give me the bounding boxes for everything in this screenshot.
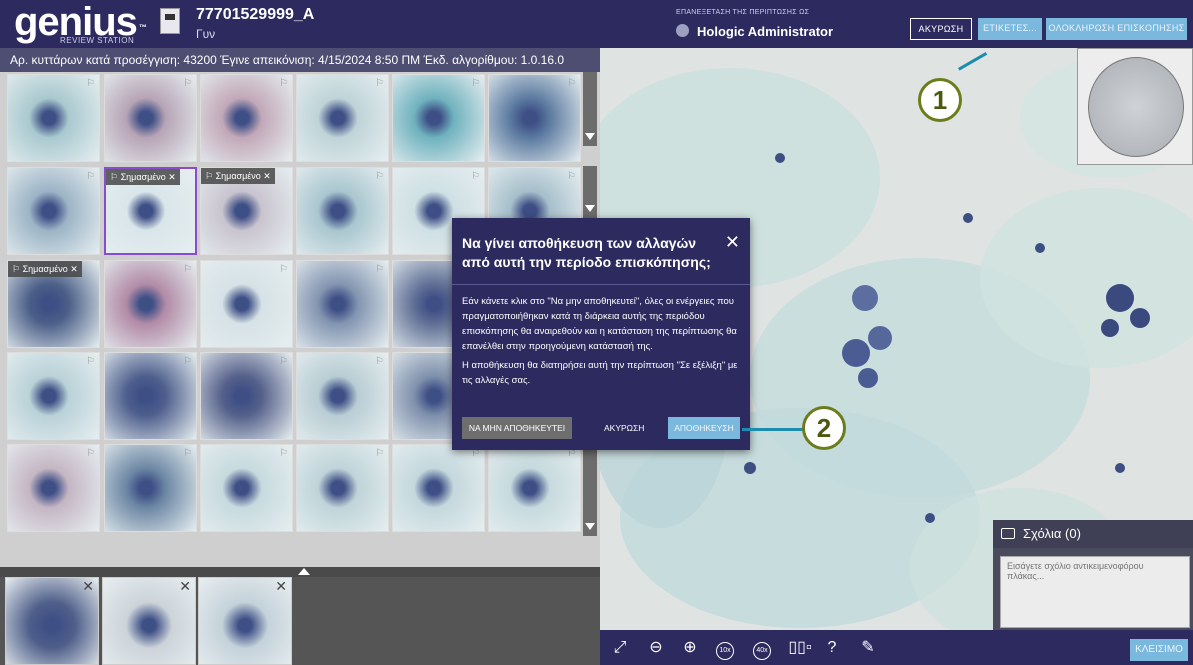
gallery-tile[interactable]: ⚐ Σημασμένο ✕ — [200, 167, 293, 255]
dialog-message: Εάν κάνετε κλικ στο "Να μην αποθηκευτεί"… — [462, 296, 737, 352]
flag-icon[interactable]: ⚐ — [375, 264, 384, 275]
dialog-title: Να γίνει αποθήκευση των αλλαγών από αυτή… — [462, 235, 711, 270]
gallery-tile[interactable]: ⚐ — [296, 352, 389, 440]
chevron-down-icon — [585, 205, 595, 212]
gallery-tile[interactable]: ⚐ — [296, 74, 389, 162]
remove-icon[interactable]: ✕ — [275, 578, 287, 595]
flag-icon[interactable]: ⚐ — [567, 78, 576, 89]
close-button[interactable]: ΚΛΕΙΣΙΜΟ — [1130, 639, 1188, 661]
chevron-down-icon — [585, 133, 595, 140]
gallery-tile[interactable]: ⚐ — [7, 352, 100, 440]
zoom-40x-icon[interactable]: 40x — [750, 636, 774, 660]
flag-icon[interactable]: ⚐ — [279, 448, 288, 459]
gallery-tile[interactable]: ⚐ — [392, 74, 485, 162]
row-scroll-button[interactable] — [583, 446, 597, 536]
tray-expand-icon[interactable] — [298, 568, 310, 575]
gallery-tile[interactable]: ⚐ — [488, 74, 581, 162]
user-icon — [676, 24, 689, 37]
row-scroll-button[interactable] — [583, 166, 597, 218]
remove-icon[interactable]: ✕ — [179, 578, 191, 595]
remove-icon[interactable]: ✕ — [82, 578, 94, 595]
gallery-tile[interactable]: ⚐ Σημασμένο ✕ — [7, 260, 100, 348]
gallery-tile[interactable]: ⚐ — [200, 74, 293, 162]
comment-icon — [1001, 528, 1015, 539]
flag-icon[interactable]: ⚐ — [375, 78, 384, 89]
flag-icon[interactable]: ⚐ — [183, 78, 192, 89]
callout-2: 2 — [802, 406, 846, 450]
marked-badge[interactable]: ⚐ Σημασμένο ✕ — [8, 261, 82, 277]
flag-icon[interactable]: ⚐ — [183, 356, 192, 367]
flag-icon[interactable]: ⚐ — [279, 264, 288, 275]
case-info-bar: Αρ. κυττάρων κατά προσέγγιση: 43200 Έγιν… — [0, 48, 600, 72]
review-as-label: ΕΠΑΝΕΞΕΤΑΣΗ ΤΗΣ ΠΕΡΙΠΤΩΣΗΣ ΩΣ — [676, 9, 810, 16]
logo-subtitle: REVIEW STATION — [60, 36, 135, 45]
tray-tile[interactable]: ✕ — [102, 577, 196, 665]
gallery-tile[interactable]: ⚐ — [104, 260, 197, 348]
save-button[interactable]: ΑΠΟΘΗΚΕΥΣΗ — [668, 417, 740, 439]
slide-icon — [160, 8, 180, 34]
flag-icon[interactable]: ⚐ — [471, 171, 480, 182]
gallery-tile[interactable]: ⚐ — [392, 444, 485, 532]
flag-icon[interactable]: ⚐ — [567, 171, 576, 182]
tray-tile[interactable]: ✕ — [5, 577, 99, 665]
gallery-tile[interactable]: ⚐ — [7, 444, 100, 532]
help-icon[interactable]: ? — [820, 636, 844, 660]
gallery-tile[interactable]: ⚐ — [296, 444, 389, 532]
gallery-tile[interactable]: ⚐ — [104, 352, 197, 440]
zoom-out-icon[interactable]: ⊖ — [644, 636, 668, 660]
focus-bars-icon[interactable]: ▯▯▫ — [788, 636, 812, 660]
flag-icon[interactable]: ⚐ — [471, 78, 480, 89]
callout-2-line — [742, 428, 804, 431]
fullscreen-icon[interactable]: ⤢ — [608, 636, 632, 660]
complete-review-button[interactable]: ΟΛΟΚΛΗΡΩΣΗ ΕΠΙΣΚΟΠΗΣΗΣ — [1046, 18, 1187, 40]
tray-tile[interactable]: ✕ — [198, 577, 292, 665]
marked-badge[interactable]: ⚐ Σημασμένο ✕ — [106, 169, 180, 185]
gallery-tile[interactable]: ⚐ — [296, 167, 389, 255]
gallery-tile[interactable]: ⚐ Σημασμένο ✕ — [104, 167, 197, 255]
gallery-tile[interactable]: ⚐ — [200, 444, 293, 532]
flag-icon[interactable]: ⚐ — [279, 356, 288, 367]
pen-icon[interactable]: ✎ — [856, 636, 880, 660]
flag-icon[interactable]: ⚐ — [183, 264, 192, 275]
header-bar: genius ™ REVIEW STATION 77701529999_A Γυν… — [0, 0, 1193, 48]
gallery-tile[interactable]: ⚐ — [200, 352, 293, 440]
row-scroll-button[interactable] — [583, 72, 597, 146]
callout-1: 1 — [918, 78, 962, 122]
close-icon[interactable]: ✕ — [725, 232, 740, 253]
dialog-note: Η αποθήκευση θα διατηρήσει αυτή την περί… — [462, 360, 738, 386]
gallery-tile[interactable]: ⚐ — [104, 74, 197, 162]
case-type: Γυν — [196, 27, 216, 41]
dialog-divider — [452, 284, 750, 285]
cancel-review-button[interactable]: ΑΚΥΡΩΣΗ — [910, 18, 972, 40]
gallery-tile[interactable]: ⚐ — [200, 260, 293, 348]
marked-badge[interactable]: ⚐ Σημασμένο ✕ — [201, 168, 275, 184]
flag-icon[interactable]: ⚐ — [279, 78, 288, 89]
gallery-tile[interactable]: ⚐ — [488, 444, 581, 532]
user-name: Hologic Administrator — [697, 24, 834, 39]
zoom-in-icon[interactable]: ⊕ — [678, 636, 702, 660]
flag-icon[interactable]: ⚐ — [86, 171, 95, 182]
save-changes-dialog: Να γίνει αποθήκευση των αλλαγών από αυτή… — [452, 218, 750, 450]
dont-save-button[interactable]: ΝΑ ΜΗΝ ΑΠΟΘΗΚΕΥΤΕΙ — [462, 417, 572, 439]
gallery-tile[interactable]: ⚐ — [296, 260, 389, 348]
comment-input[interactable] — [1000, 556, 1190, 628]
slide-overview-thumbnail[interactable] — [1077, 48, 1193, 165]
gallery-tile[interactable]: ⚐ — [104, 444, 197, 532]
case-id: 77701529999_A — [196, 6, 315, 23]
dialog-cancel-button[interactable]: ΑΚΥΡΩΣΗ — [604, 417, 644, 439]
flag-icon[interactable]: ⚐ — [86, 356, 95, 367]
labels-button[interactable]: ΕΤΙΚΕΤΕΣ... — [978, 18, 1042, 40]
flag-icon[interactable]: ⚐ — [183, 448, 192, 459]
flag-icon[interactable]: ⚐ — [375, 356, 384, 367]
flag-icon[interactable]: ⚐ — [86, 448, 95, 459]
gallery-tile[interactable]: ⚐ — [7, 74, 100, 162]
flag-icon[interactable]: ⚐ — [375, 448, 384, 459]
flag-icon[interactable]: ⚐ — [375, 171, 384, 182]
comments-header[interactable]: Σχόλια (0) — [993, 520, 1193, 548]
chevron-down-icon — [585, 523, 595, 530]
zoom-10x-icon[interactable]: 10x — [713, 636, 737, 660]
gallery-tile[interactable]: ⚐ — [7, 167, 100, 255]
flag-icon[interactable]: ⚐ — [86, 78, 95, 89]
